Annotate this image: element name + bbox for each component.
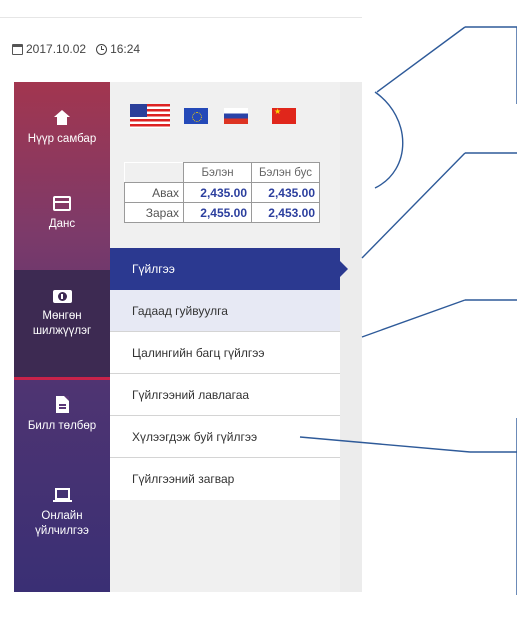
menu-item-label: Гүйлгээний загвар — [132, 472, 235, 486]
clock-icon — [96, 43, 108, 55]
document-icon — [55, 396, 69, 413]
home-icon — [54, 110, 70, 126]
nav-item-bill-payment[interactable]: Билл төлбөр — [14, 396, 110, 434]
current-date: 2017.10.02 — [26, 42, 87, 56]
menu-item-label: Гадаад гуйвуулга — [132, 303, 228, 318]
nav-item-label: Нүүр самбар — [27, 133, 97, 145]
top-divider — [0, 17, 362, 18]
menu-item-payroll-transaction[interactable]: Цалингийн багц гүйлгээ — [110, 332, 340, 374]
rate-header-noncash: Бэлэн бус — [251, 162, 320, 183]
rate-cash-value: 2,435.00 — [183, 182, 252, 203]
menu-item-label: Гүйлгээ — [132, 262, 175, 276]
menu-item-transaction-inquiry[interactable]: Гүйлгээний лавлагаа — [110, 374, 340, 416]
callout-bracket — [374, 91, 404, 189]
rate-header-blank — [124, 162, 184, 183]
rate-noncash-value: 2,453.00 — [251, 202, 320, 223]
menu-item-transaction[interactable]: Гүйлгээ — [110, 248, 348, 290]
rate-noncash-value: 2,435.00 — [251, 182, 320, 203]
transfer-submenu: Гүйлгээ Гадаад гуйвуулга Цалингийн багц … — [110, 248, 348, 500]
nav-item-label: Мөнгөн шилжүүлэг — [32, 310, 92, 337]
side-navigation: Нүүр самбар Данс Мөнгөн шилжүүлэг Билл т… — [14, 82, 110, 592]
nav-item-accounts[interactable]: Данс — [14, 196, 110, 232]
date-time-bar: 2017.10.02 16:24 — [12, 42, 140, 56]
nav-item-label: Билл төлбөр — [27, 420, 97, 432]
rate-row-sell: Зарах 2,455.00 2,453.00 — [124, 202, 320, 223]
rate-row-buy: Авах 2,435.00 2,435.00 — [124, 182, 320, 203]
callout-line-rates — [376, 26, 466, 93]
callout-line-foreign — [361, 299, 466, 338]
exchange-rate-table: Бэлэн Бэлэн бус Авах 2,435.00 2,435.00 З… — [124, 162, 320, 223]
nav-item-home[interactable]: Нүүр самбар — [14, 110, 110, 147]
cn-flag-icon[interactable] — [272, 107, 296, 124]
rate-header-cash: Бэлэн — [183, 162, 252, 183]
rate-cash-value: 2,455.00 — [183, 202, 252, 223]
menu-item-label: Цалингийн багц гүйлгээ — [132, 345, 265, 360]
rate-header-row: Бэлэн Бэлэн бус — [124, 162, 320, 183]
nav-item-label: Данс — [48, 218, 76, 230]
scrollbar-track[interactable] — [340, 82, 362, 592]
nav-item-money-transfer[interactable]: Мөнгөн шилжүүлэг — [14, 270, 110, 380]
nav-item-label: Онлайн үйлчилгээ — [35, 510, 89, 537]
card-icon — [53, 196, 71, 211]
callout-line-transaction — [361, 152, 466, 259]
money-icon — [52, 290, 72, 303]
ru-flag-icon[interactable] — [224, 108, 248, 124]
rate-row-label: Авах — [124, 182, 184, 203]
menu-item-label: Гүйлгээний лавлагаа — [132, 387, 250, 402]
current-time: 16:24 — [110, 42, 141, 56]
menu-item-transaction-template[interactable]: Гүйлгээний загвар — [110, 458, 340, 500]
rate-row-label: Зарах — [124, 202, 184, 223]
menu-item-label: Хүлээгдэж буй гүйлгээ — [132, 429, 258, 444]
eu-flag-icon[interactable] — [184, 108, 208, 124]
laptop-icon — [52, 488, 72, 503]
us-flag-icon[interactable] — [130, 104, 170, 128]
time-group: 16:24 — [96, 42, 140, 56]
calendar-icon — [12, 43, 23, 55]
nav-item-online-services[interactable]: Онлайн үйлчилгээ — [14, 488, 110, 539]
menu-item-pending-transactions[interactable]: Хүлээгдэж буй гүйлгээ — [110, 416, 340, 458]
menu-item-foreign-transfer[interactable]: Гадаад гуйвуулга — [110, 290, 340, 332]
currency-flags — [130, 104, 296, 128]
